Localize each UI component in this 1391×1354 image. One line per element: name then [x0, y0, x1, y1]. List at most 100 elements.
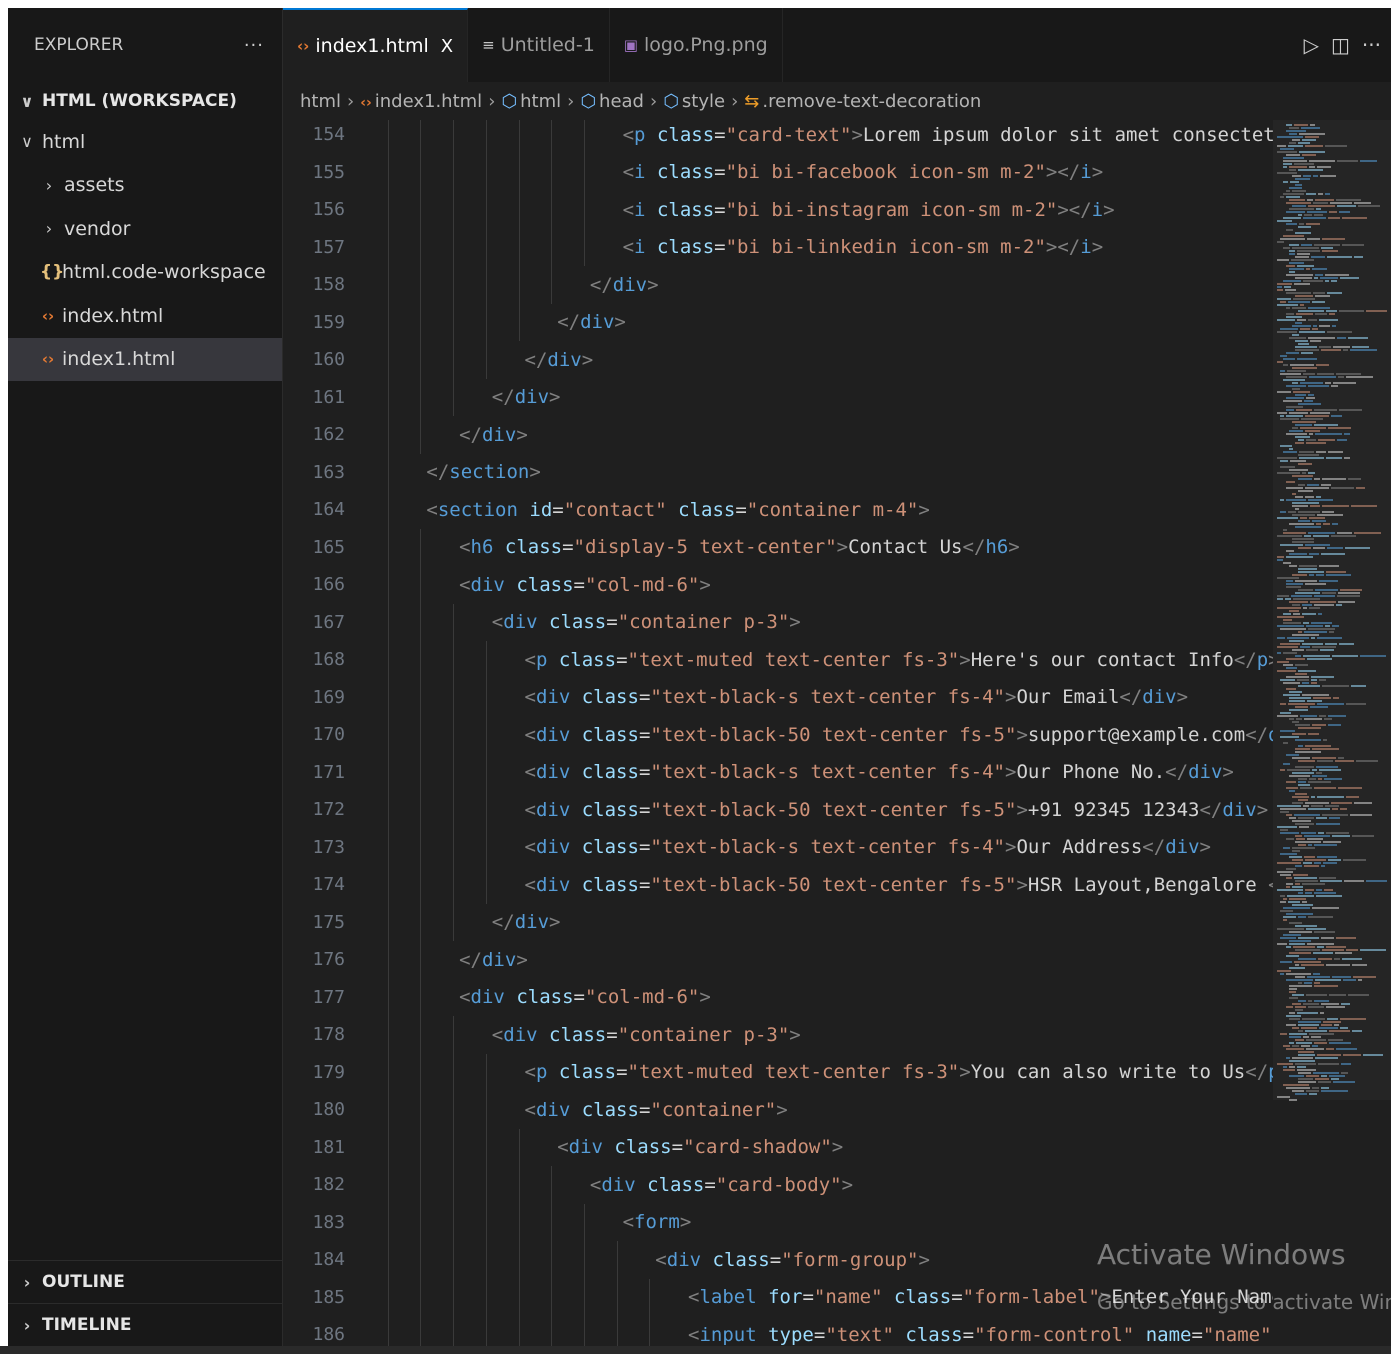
code-line[interactable]: 167 < div class = "container p-3" > — [283, 603, 1273, 641]
tab-index1-html[interactable]: ‹› index1.html X — [283, 8, 469, 82]
breadcrumb-item[interactable]: html — [300, 91, 341, 112]
timeline-panel-header[interactable]: › TIMELINE — [8, 1303, 282, 1346]
tree-item-index1-html[interactable]: ‹› index1.html — [8, 337, 282, 381]
chevron-right-icon: › — [23, 1315, 31, 1335]
code-line[interactable]: 158 </div > — [283, 266, 1273, 304]
code-line[interactable]: 173 < div class = "text-black-s text-center … — [283, 828, 1273, 866]
code-line[interactable]: 176 </div > — [283, 941, 1273, 979]
tree-item-html-code-workspace[interactable]: {} html.code-workspace — [8, 251, 282, 295]
tab-logo-png[interactable]: ▣ logo.Png.png — [610, 8, 783, 82]
minimap-line — [1286, 556, 1313, 558]
code-line[interactable]: 160 </div > — [283, 341, 1273, 379]
indent-guide — [518, 1128, 520, 1166]
minimap-line — [1289, 1018, 1300, 1020]
minimap-line — [1298, 685, 1320, 687]
minimap-line — [1280, 901, 1286, 903]
tree-item-label: html.code-workspace — [62, 261, 266, 284]
indent-guide — [453, 603, 455, 641]
indent-guide — [616, 1241, 618, 1279]
breadcrumb-item[interactable]: ‹› index1.html — [360, 91, 482, 112]
minimap-line — [1315, 1057, 1338, 1059]
code-line[interactable]: 179 < p class = "text-muted text-center fs-3… — [283, 1053, 1273, 1091]
code-line[interactable]: 177 < div class = "col-md-6" > — [283, 978, 1273, 1016]
tree-item-assets[interactable]: › assets — [8, 164, 282, 208]
tree-item-index-html[interactable]: ‹› index.html — [8, 294, 282, 338]
code-line[interactable]: 170 < div class = "text-black-50 text-center… — [283, 716, 1273, 754]
minimap-line — [1315, 295, 1330, 297]
tab-untitled-1[interactable]: ≡ Untitled-1 — [468, 8, 610, 82]
code-line[interactable]: 161 </div > — [283, 378, 1273, 416]
minimap-line — [1326, 946, 1346, 948]
line-number: 182 — [312, 1174, 345, 1196]
minimap-line — [1313, 292, 1325, 294]
breadcrumb-item[interactable]: ⇆ .remove-text-decoration — [744, 91, 981, 112]
minimap-line — [1306, 193, 1316, 195]
indent-guide — [387, 903, 389, 941]
minimap-line — [1314, 604, 1334, 606]
tree-item-vendor[interactable]: › vendor — [8, 207, 282, 251]
code-line[interactable]: 155 < i class = "bi bi-facebook icon-sm m-2"… — [283, 153, 1273, 191]
minimap-line — [1321, 1075, 1327, 1077]
explorer-more-icon[interactable]: ··· — [244, 35, 264, 56]
indent-guide — [453, 678, 455, 716]
code-line[interactable]: 165 < h6 class = "display-5 text-center" > Con… — [283, 528, 1273, 566]
minimap-line — [1295, 1093, 1307, 1095]
minimap-line — [1289, 775, 1310, 777]
code-line[interactable]: 156 < i class = "bi bi-instagram icon-sm m-2… — [283, 191, 1273, 229]
minimap-line — [1296, 838, 1305, 840]
breadcrumb-item[interactable]: ⬡ html — [501, 91, 561, 112]
chevron-right-icon: › — [23, 1272, 31, 1292]
minimap-line — [1313, 175, 1318, 177]
split-editor-icon[interactable]: ◫ — [1331, 33, 1350, 57]
code-line[interactable]: 178 < div class = "container p-3" > — [283, 1016, 1273, 1054]
minimap-line — [1286, 376, 1307, 378]
code-line[interactable]: 182 < div class = "card-body" > — [283, 1166, 1273, 1204]
minimap-line — [1319, 715, 1326, 717]
minimap-line — [1336, 373, 1361, 375]
code-line[interactable]: 171 < div class = "text-black-s text-center … — [283, 753, 1273, 791]
minimap-line — [1306, 649, 1318, 651]
code-line[interactable]: 169 < div class = "text-black-s text-center … — [283, 678, 1273, 716]
code-line[interactable]: 164 < section id = "contact" class = "containe… — [283, 491, 1273, 529]
minimap-line — [1326, 1006, 1345, 1008]
code-line[interactable]: 154 < p class = "card-text" > Lorem ipsum dolo… — [283, 120, 1273, 154]
code-line[interactable]: 180 < div class = "container" > — [283, 1091, 1273, 1129]
code-line[interactable]: 183 < form > — [283, 1203, 1273, 1241]
code-line[interactable]: 157 < i class = "bi bi-linkedin icon-sm m-2"… — [283, 228, 1273, 266]
code-line[interactable]: 163 </section > — [283, 453, 1273, 491]
code-line[interactable]: 181 < div class = "card-shadow" > — [283, 1128, 1273, 1166]
workspace-header[interactable]: ∨ HTML (WORKSPACE) — [8, 82, 282, 120]
minimap-line — [1328, 1039, 1343, 1041]
minimap-line — [1299, 565, 1317, 567]
code-line[interactable]: 168 < p class = "text-muted text-center fs-3… — [283, 641, 1273, 679]
run-icon[interactable]: ▷ — [1304, 33, 1319, 57]
minimap-line — [1286, 481, 1295, 483]
minimap-line — [1308, 532, 1335, 534]
more-actions-icon[interactable]: ··· — [1362, 33, 1381, 57]
code-line[interactable]: 174 < div class = "text-black-50 text-center… — [283, 866, 1273, 904]
code-line[interactable]: 186 < input type = "text" class = "form-contro… — [283, 1316, 1273, 1346]
code-editor[interactable]: 154 < p class = "card-text" > Lorem ipsum dolo… — [283, 120, 1273, 1346]
code-line[interactable]: 159 </div > — [283, 303, 1273, 341]
code-line[interactable]: 175 </div > — [283, 903, 1273, 941]
minimap-line — [1322, 238, 1345, 240]
minimap-line — [1304, 214, 1312, 216]
code-line[interactable]: 172 < div class = "text-black-50 text-center… — [283, 791, 1273, 829]
minimap-line — [1328, 859, 1341, 861]
breadcrumb-item[interactable]: ⬡ head — [580, 91, 644, 112]
minimap-line — [1280, 643, 1300, 645]
minimap-line — [1283, 157, 1304, 159]
tree-item-html[interactable]: ∨ html — [8, 120, 282, 164]
breadcrumb-item[interactable]: ⬡ style — [663, 91, 725, 112]
minimap-line — [1277, 871, 1293, 873]
outline-panel-header[interactable]: › OUTLINE — [8, 1260, 282, 1303]
minimap-line — [1314, 244, 1340, 246]
code-line[interactable]: 166 < div class = "col-md-6" > — [283, 566, 1273, 604]
close-tab-icon[interactable]: X — [441, 36, 453, 57]
minimap-line — [1277, 661, 1289, 663]
minimap-line — [1305, 145, 1323, 147]
minimap-line — [1289, 523, 1314, 525]
minimap-line — [1303, 655, 1330, 657]
minimap[interactable] — [1273, 120, 1391, 1346]
code-line[interactable]: 162 </div > — [283, 416, 1273, 454]
